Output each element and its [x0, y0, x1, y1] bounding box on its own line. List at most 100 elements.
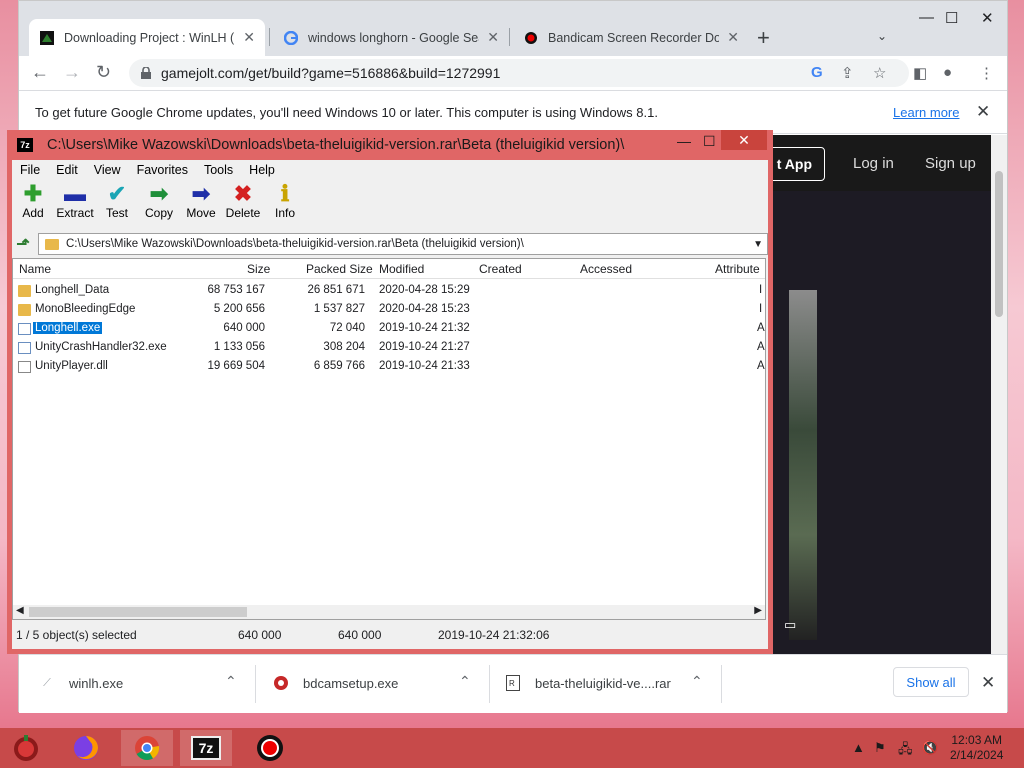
firefox-icon[interactable]	[60, 730, 112, 766]
volume-muted-icon[interactable]: 🔇	[922, 740, 938, 756]
menu-file[interactable]: File	[12, 163, 48, 177]
share-icon[interactable]: ⇪	[841, 64, 854, 82]
side-panel-icon[interactable]: ◧	[913, 64, 927, 82]
delete-button[interactable]: ✖ Delete	[222, 181, 264, 228]
menu-edit[interactable]: Edit	[48, 163, 86, 177]
folder-icon	[18, 285, 31, 297]
tab-divider	[509, 28, 510, 46]
show-hidden-icons-icon[interactable]: ▲	[852, 740, 865, 755]
table-row[interactable]: UnityCrashHandler32.exe 1 133 056 308 20…	[13, 339, 765, 358]
file-modified: 2019-10-24 21:27	[379, 341, 470, 353]
column-attributes[interactable]: Attribute	[715, 262, 760, 276]
sign-up-link[interactable]: Sign up	[925, 155, 976, 172]
tab-search-icon[interactable]: ⌄	[877, 29, 887, 43]
forward-icon[interactable]: →	[63, 62, 81, 83]
scroll-right-icon[interactable]: ▶	[754, 605, 762, 616]
table-row[interactable]: UnityPlayer.dll 19 669 504 6 859 766 201…	[13, 358, 765, 377]
horizontal-scrollbar[interactable]: ◀ ▶	[13, 605, 765, 619]
tab-divider	[269, 28, 270, 46]
column-name[interactable]: Name	[19, 262, 51, 276]
network-icon[interactable]: 🖧	[898, 740, 913, 762]
column-created[interactable]: Created	[479, 262, 522, 276]
tab-bandicam[interactable]: Bandicam Screen Recorder Dowr ✕	[513, 19, 749, 56]
extract-button[interactable]: ▬ Extract	[54, 181, 96, 228]
up-folder-icon[interactable]: ⬏	[12, 233, 34, 255]
menu-tools[interactable]: Tools	[196, 163, 241, 177]
sevenzip-titlebar[interactable]: 7z C:\Users\Mike Wazowski\Downloads\beta…	[7, 130, 773, 160]
file-packed: 1 537 827	[313, 303, 365, 315]
close-infobar-icon[interactable]: ✕	[976, 102, 990, 122]
tab-gamejolt[interactable]: Downloading Project : WinLH (Fc ✕	[29, 19, 265, 56]
show-all-button[interactable]: Show all	[893, 667, 969, 697]
new-tab-button[interactable]: +	[757, 25, 770, 51]
folder-icon	[45, 238, 59, 250]
table-row[interactable]: MonoBleedingEdge 5 200 656 1 537 827 202…	[13, 301, 765, 320]
chevron-up-icon[interactable]: ⌃	[691, 673, 703, 690]
close-window-icon[interactable]: ✕	[721, 130, 767, 150]
chevron-up-icon[interactable]: ⌃	[225, 673, 237, 690]
back-icon[interactable]: ←	[31, 62, 49, 83]
table-row[interactable]: Longhell_Data 68 753 167 26 851 671 2020…	[13, 282, 765, 301]
test-button[interactable]: ✔ Test	[96, 181, 138, 228]
taskbar: 7z ▲ ⚑ 🖧 🔇 12:03 AM 2/14/2024	[0, 728, 1024, 768]
close-downloads-icon[interactable]: ✕	[981, 673, 995, 693]
tab-google[interactable]: windows longhorn - Google Sear ✕	[273, 19, 509, 56]
divider	[255, 665, 256, 703]
address-bar[interactable]: gamejolt.com/get/build?game=516886&build…	[129, 59, 909, 87]
column-modified[interactable]: Modified	[379, 262, 424, 276]
file-packed: 26 851 671	[307, 284, 365, 296]
menu-help[interactable]: Help	[241, 163, 283, 177]
move-button[interactable]: ➡ Move	[180, 181, 222, 228]
start-button[interactable]	[0, 730, 52, 766]
log-in-link[interactable]: Log in	[853, 155, 894, 172]
info-button[interactable]: ℹ Info	[264, 181, 306, 228]
column-accessed[interactable]: Accessed	[580, 262, 632, 276]
maximize-icon[interactable]: ☐	[945, 9, 958, 27]
download-item[interactable]: ⟋ winlh.exe	[39, 675, 123, 691]
column-size[interactable]: Size	[247, 262, 270, 276]
bookmark-star-icon[interactable]: ☆	[873, 64, 886, 82]
chevron-down-icon[interactable]: ▼	[753, 239, 763, 250]
file-modified: 2019-10-24 21:33	[379, 360, 470, 372]
divider	[721, 665, 722, 703]
status-modified: 2019-10-24 21:32:06	[438, 628, 550, 642]
close-tab-icon[interactable]: ✕	[727, 29, 739, 46]
copy-button[interactable]: ➡ Copy	[138, 181, 180, 228]
learn-more-link[interactable]: Learn more	[893, 105, 959, 120]
download-item[interactable]: bdcamsetup.exe	[273, 675, 398, 691]
add-button[interactable]: ✚ Add	[12, 181, 54, 228]
google-lens-icon[interactable]: G	[811, 64, 823, 81]
chevron-up-icon[interactable]: ⌃	[459, 673, 471, 690]
menu-view[interactable]: View	[86, 163, 129, 177]
lock-icon	[141, 67, 151, 79]
bandicam-icon[interactable]	[244, 730, 296, 766]
maximize-icon[interactable]: ☐	[703, 133, 716, 150]
file-name: UnityCrashHandler32.exe	[35, 341, 167, 353]
menu-icon[interactable]: ⋮	[979, 64, 994, 82]
table-row-selected[interactable]: Longhell.exe 640 000 72 040 2019-10-24 2…	[13, 320, 765, 339]
menu-favorites[interactable]: Favorites	[129, 163, 196, 177]
fullscreen-icon[interactable]: ▭	[784, 617, 796, 633]
folder-icon	[18, 304, 31, 316]
download-item[interactable]: R beta-theluigikid-ve....rar	[505, 675, 671, 691]
chrome-icon[interactable]	[121, 730, 173, 766]
close-window-icon[interactable]: ✕	[981, 9, 994, 27]
reload-icon[interactable]: ↻	[96, 62, 111, 83]
page-scrollbar[interactable]	[991, 135, 1007, 654]
action-center-flag-icon[interactable]: ⚑	[874, 740, 886, 756]
scrollbar-thumb[interactable]	[29, 607, 247, 617]
column-packed-size[interactable]: Packed Size	[306, 262, 373, 276]
path-input[interactable]: C:\Users\Mike Wazowski\Downloads\beta-th…	[38, 233, 768, 255]
scrollbar-thumb[interactable]	[995, 171, 1003, 317]
file-list[interactable]: Name Size Packed Size Modified Created A…	[12, 258, 766, 620]
browser-toolbar: ← → ↻ gamejolt.com/get/build?game=516886…	[19, 56, 1007, 90]
minimize-icon[interactable]: —	[919, 9, 934, 26]
close-tab-icon[interactable]: ✕	[487, 29, 499, 46]
7zip-icon[interactable]: 7z	[180, 730, 232, 766]
7zip-logo: 7z	[191, 736, 221, 760]
scroll-left-icon[interactable]: ◀	[16, 605, 24, 616]
close-tab-icon[interactable]: ✕	[243, 29, 255, 46]
minimize-icon[interactable]: —	[677, 133, 691, 149]
clock[interactable]: 12:03 AM 2/14/2024	[950, 733, 1003, 763]
profile-icon[interactable]: ●	[943, 64, 952, 81]
